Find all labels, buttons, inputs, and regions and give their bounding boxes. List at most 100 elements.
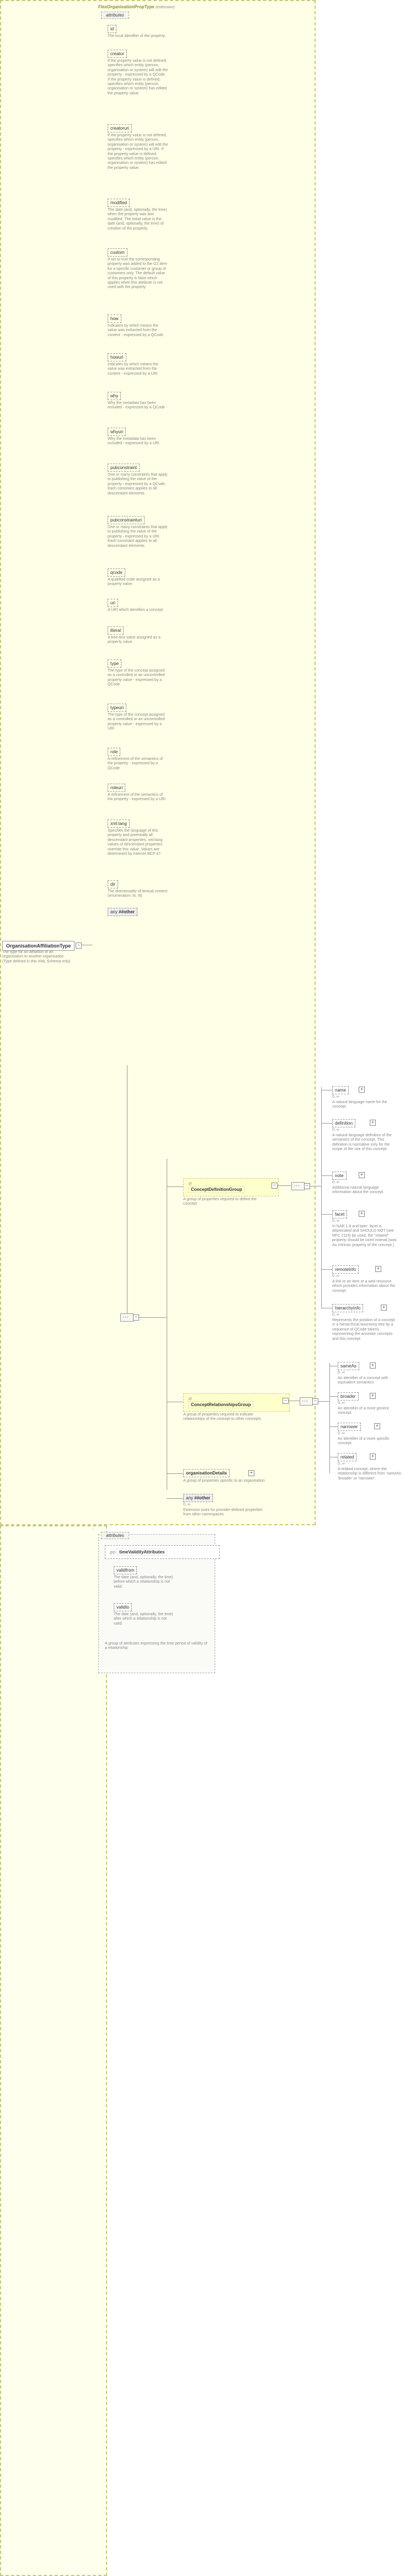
child-narrower: narrower (338, 1423, 361, 1431)
attributes-header: attributes (101, 1532, 129, 1539)
child-desc: A related concept, where the relationshi… (338, 1467, 404, 1481)
attr-how: how (108, 315, 121, 323)
expand-icon[interactable]: + (359, 1211, 365, 1217)
expand-icon[interactable]: + (248, 1470, 254, 1476)
concept-definition-group: ⊟ ConceptDefinitionGroup (183, 1178, 279, 1196)
attr-dir: dir (108, 880, 118, 888)
attr-desc: Specifies the language of this property … (108, 829, 168, 856)
attributes-panel (0, 1525, 107, 2576)
attr-roleuri: roleuri (108, 784, 125, 792)
attr-uri: uri (108, 599, 118, 607)
attr-validto: validto (114, 1603, 132, 1611)
expand-icon[interactable]: + (370, 1362, 376, 1369)
expand-icon[interactable]: − (283, 1398, 289, 1404)
child-hierarchyinfo: hierarchyInfo (332, 1304, 363, 1312)
attr-creator: creator (108, 50, 127, 58)
any-desc: Extension point for provider-defined pro… (183, 1508, 266, 1518)
expand-icon[interactable]: − (304, 1183, 310, 1189)
attr-desc: The date (and, optionally, the time) whe… (108, 208, 168, 231)
attr-desc: The directionality of textual content (e… (108, 890, 168, 899)
attr-desc: Indicates by which means the value was e… (108, 363, 168, 376)
child-definition: definition (332, 1119, 355, 1127)
attr-desc: The type of the concept assigned as a co… (108, 713, 168, 732)
attr-desc: One or many constraints that apply to pu… (108, 473, 168, 496)
sequence-icon (120, 1313, 134, 1322)
attr-qcode: qcode (108, 568, 125, 577)
group-desc: A group of properties required to define… (183, 1197, 266, 1207)
child-remoteinfo: remoteInfo (332, 1265, 359, 1274)
attr-custom: custom (108, 248, 127, 257)
child-desc: A link to an item or a web resource whic… (332, 1280, 398, 1294)
attr-desc: A refinement of the semantics of the pro… (108, 793, 168, 802)
child-name: name (332, 1086, 349, 1094)
child-desc: An identifier of a more specific concept… (338, 1437, 404, 1446)
attr-pubconstraint: pubconstraint (108, 464, 140, 472)
attr-whyuri: whyuri (108, 428, 126, 436)
time-validity-group: grp timeValidityAttributes (105, 1545, 220, 1559)
expand-icon[interactable]: + (375, 1266, 381, 1272)
attr-desc: The local identifier of the property. (108, 34, 168, 39)
child-sameas: sameAs (338, 1362, 359, 1370)
attr-desc: A URI which identifies a concept. (108, 608, 168, 613)
attr-desc: Why the metadata has been included - exp… (108, 437, 168, 446)
expand-icon[interactable]: − (312, 1398, 318, 1404)
child-desc: Additional natural language information … (332, 1186, 398, 1195)
expand-icon[interactable]: + (370, 1393, 376, 1399)
child-desc: An identifier of a concept with equivale… (338, 1376, 404, 1386)
organisation-details: organisationDetails (183, 1469, 230, 1477)
attr-why: why (108, 392, 121, 400)
child-facet: facet (332, 1210, 347, 1218)
group-desc: A group of attributes expressing the tim… (105, 1642, 210, 1651)
attr-desc: One or many constraints that apply to pu… (108, 525, 168, 549)
attributes-header: attributes (101, 12, 129, 19)
expand-icon[interactable]: − (271, 1183, 278, 1189)
attr-literal: literal (108, 626, 124, 635)
attr-desc: Indicates by which means the value was e… (108, 324, 168, 338)
sequence-icon (300, 1397, 313, 1406)
child-desc: A natural language name for the concept. (332, 1100, 398, 1110)
group-desc: A group of properties required to indica… (183, 1413, 271, 1422)
child-desc: Represents the position of a concept in … (332, 1318, 398, 1342)
attr-xmllang: xml:lang (108, 819, 130, 828)
attr-creatoruri: creatoruri (108, 124, 132, 132)
attr-type: type (108, 659, 121, 668)
attr-desc: If the property value is not defined, sp… (108, 59, 168, 96)
attr-pubconstrainturi: pubconstrainturi (108, 516, 145, 524)
root-type: OrganisationAffiliationType (2, 941, 74, 951)
attr-desc: A free-text value assigned as a property… (108, 636, 168, 645)
attr-desc: The type of the concept assigned as a co… (108, 669, 168, 688)
root-desc: The type for an affliation of an organis… (2, 950, 71, 964)
attr-desc: If set to true the corresponding propert… (108, 258, 168, 290)
expand-icon[interactable]: − (76, 943, 82, 949)
child-broader: broader (338, 1392, 359, 1401)
attr-validfrom: validfrom (114, 1566, 137, 1574)
expand-icon[interactable]: + (359, 1172, 365, 1178)
attr-howuri: howuri (108, 353, 126, 361)
attr-desc: Why the metadata has been included - exp… (108, 401, 168, 411)
sequence-icon (291, 1182, 305, 1190)
attr-desc: A qualified code assigned as a property … (108, 578, 168, 587)
attr-desc: If the property value is not defined, sp… (108, 134, 168, 171)
any-element: any ##other (183, 1494, 213, 1502)
attr-any: any ##other (108, 908, 137, 916)
concept-relationships-group: ⊟ ConceptRelationshipsGroup (183, 1393, 290, 1412)
attr-typeuri: typeuri (108, 704, 126, 712)
attr-desc: The date (and, optionally, the time) aft… (114, 1612, 174, 1626)
expand-icon[interactable]: + (381, 1305, 387, 1311)
expand-icon[interactable]: + (370, 1120, 376, 1126)
child-related: related (338, 1453, 356, 1461)
extension-label: FlexOrganisationPropType (extension) (98, 4, 175, 9)
child-desc: In NAR 1.8 and later: facet is deprecate… (332, 1225, 398, 1248)
attr-desc: The date (and, optionally, the time) bef… (114, 1576, 174, 1589)
expand-icon[interactable]: + (374, 1423, 380, 1429)
expand-icon[interactable]: − (133, 1314, 139, 1321)
child-desc: An identifier of a more generic concept. (338, 1407, 404, 1416)
attr-role: role (108, 748, 120, 756)
child-desc: A natural language definition of the sem… (332, 1133, 398, 1152)
orgdet-desc: A group of properties specific to an org… (183, 1479, 266, 1483)
child-note: note (332, 1172, 347, 1180)
expand-icon[interactable]: + (370, 1454, 376, 1460)
expand-icon[interactable]: + (359, 1087, 365, 1093)
attr-id: id (108, 25, 116, 33)
attr-modified: modified (108, 199, 130, 207)
